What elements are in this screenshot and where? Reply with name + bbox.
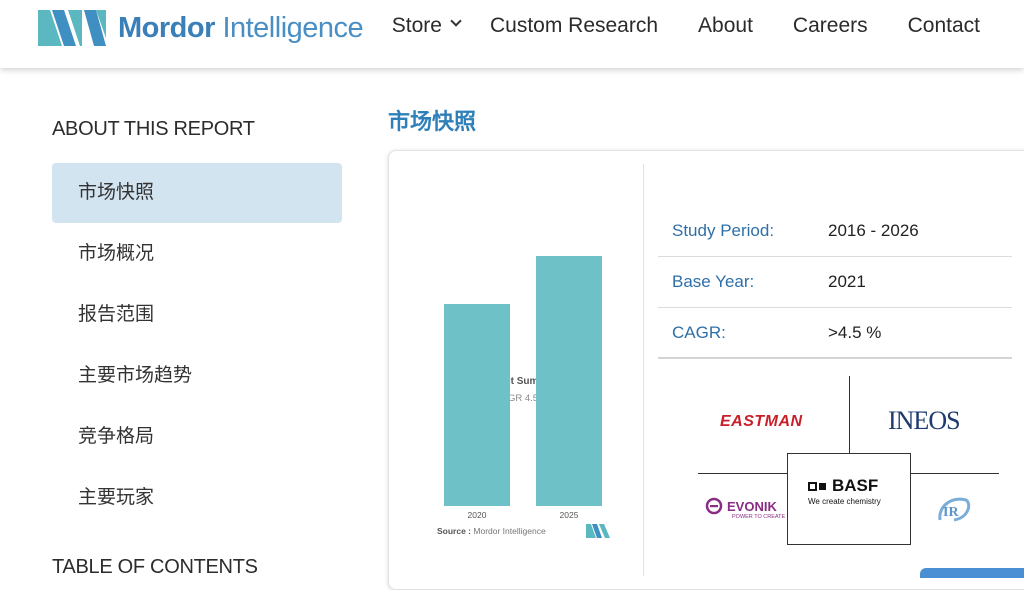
basf-name: BASF (832, 476, 879, 495)
ir-logo-icon: IR (938, 497, 971, 522)
stat-label: CAGR: (672, 322, 726, 342)
toc-heading[interactable]: TABLE OF CONTENTS (52, 556, 258, 586)
sidebar-item-major-players[interactable]: 主要玩家 (52, 468, 342, 528)
stat-label: Study Period: (672, 221, 775, 240)
stat-row-cagr: CAGR: >4.5 % (658, 308, 1012, 359)
sidebar-item-report-scope[interactable]: 报告范围 (52, 285, 342, 345)
stat-value: 2016 - 2026 (828, 221, 919, 240)
stat-value: >4.5 % (828, 322, 882, 342)
brand-name-light: Intelligence (222, 11, 364, 44)
chat-widget-tab[interactable] (920, 568, 1024, 578)
chart-title: Market Summary (481, 376, 563, 387)
report-sidebar: ABOUT THIS REPORT 市场快照 市场概况 报告范围 主要市场趋势 … (52, 118, 342, 578)
nav-store-label: Store (391, 14, 442, 37)
chart-tick-label: 2025 (559, 510, 579, 520)
about-report-heading: ABOUT THIS REPORT (52, 118, 255, 140)
mordor-mini-logo-icon (586, 524, 610, 538)
stat-row-base-year: Base Year: 2021 (658, 257, 1012, 308)
svg-text:IR: IR (943, 505, 959, 520)
ineos-logo: INEOS (888, 406, 961, 435)
study-stats: Study Period: 2016 - 2026 Base Year: 202… (658, 206, 1012, 359)
main-nav: Store Custom Research About Careers Cont… (392, 14, 980, 38)
logo-grid-divider (698, 473, 787, 474)
mordor-logo-icon (38, 10, 106, 46)
nav-custom-research[interactable]: Custom Research (490, 14, 658, 38)
chart-source: Source : Mordor Intelligence (437, 526, 546, 536)
eastman-logo: EASTMAN (720, 413, 803, 430)
basf-square-icon (819, 483, 826, 491)
market-summary-chart: Market Summary CAGR 4.5 % (392, 164, 642, 554)
stat-row-study-period: Study Period: 2016 - 2026 (658, 206, 1012, 257)
evonik-logo: EVONIK (705, 497, 777, 515)
sidebar-item-market-snapshot[interactable]: 市场快照 (52, 163, 342, 223)
basf-logo: BASF (808, 476, 878, 496)
chart-bar (536, 256, 602, 506)
sidebar-item-key-trends[interactable]: 主要市场趋势 (52, 346, 342, 406)
card-divider (643, 164, 644, 576)
section-title: 市场快照 (388, 109, 477, 134)
brand-name-bold: Mordor (118, 11, 215, 44)
site-header: Mordor Intelligence Store Custom Researc… (0, 0, 1024, 68)
sidebar-item-market-overview[interactable]: 市场概况 (52, 224, 342, 284)
evonik-name: EVONIK (727, 498, 777, 514)
brand-name: Mordor Intelligence (118, 11, 364, 45)
brand-logo[interactable]: Mordor Intelligence (38, 10, 364, 46)
chart-source-text: Mordor Intelligence (473, 526, 546, 536)
nav-store[interactable]: Store (391, 14, 462, 38)
nav-contact[interactable]: Contact (908, 14, 980, 38)
nav-about[interactable]: About (698, 14, 753, 38)
chart-tick-label: 2020 (467, 510, 487, 520)
sidebar-list: 市场快照 市场概况 报告范围 主要市场趋势 竞争格局 主要玩家 (52, 163, 342, 528)
nav-careers[interactable]: Careers (793, 14, 868, 38)
stat-label: Base Year: (672, 272, 755, 291)
stat-value: 2021 (828, 272, 866, 291)
sidebar-item-competitive-landscape[interactable]: 竞争格局 (52, 407, 342, 467)
chart-bar (444, 304, 510, 506)
basf-square-icon (808, 482, 817, 492)
chart-subtitle: CAGR 4.5 % (494, 393, 550, 404)
chart-source-label: Source : (437, 526, 472, 536)
basf-tagline: We create chemistry (808, 497, 881, 506)
logo-grid-divider (849, 376, 850, 454)
logo-grid-divider (911, 473, 999, 474)
chevron-down-icon[interactable] (450, 15, 462, 27)
evonik-tagline: POWER TO CREATE (732, 514, 786, 520)
evonik-mark-icon (705, 497, 723, 515)
